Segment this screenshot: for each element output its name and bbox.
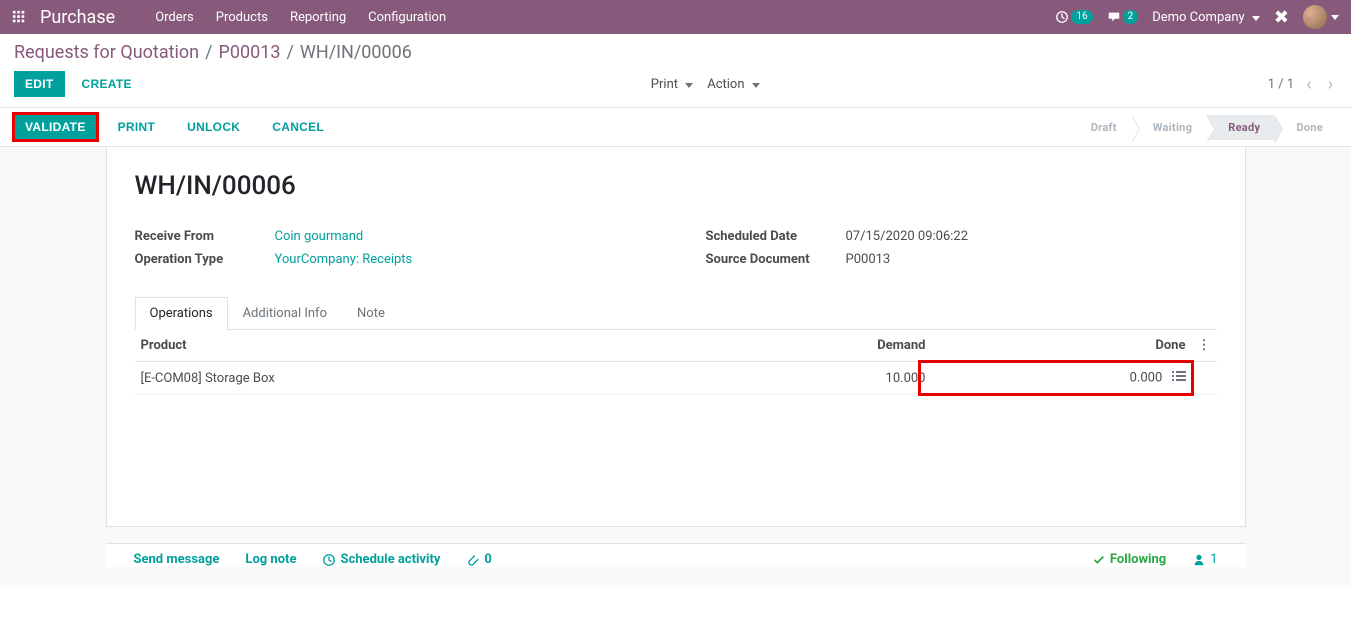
company-label: Demo Company — [1152, 10, 1244, 25]
breadcrumb-item[interactable]: Requests for Quotation — [14, 42, 199, 63]
edit-button[interactable]: Edit — [14, 71, 65, 97]
messaging-button[interactable]: 2 — [1107, 10, 1139, 24]
form-bg: WH/IN/00006 Receive From Coin gourmand O… — [0, 147, 1351, 587]
cancel-button[interactable]: Cancel — [261, 114, 335, 140]
followers-button[interactable]: 1 — [1192, 552, 1217, 567]
print-button[interactable]: Print — [107, 114, 167, 140]
statusbar: Validate Print Unlock Cancel Draft Waiti… — [0, 108, 1351, 147]
breadcrumb-sep: / — [205, 42, 212, 63]
state-ready[interactable]: Ready — [1206, 115, 1274, 140]
attachments-button[interactable]: 0 — [466, 552, 491, 567]
col-done[interactable]: Done — [932, 330, 1192, 362]
attachments-count: 0 — [484, 552, 491, 567]
state-waiting[interactable]: Waiting — [1131, 115, 1206, 140]
menu-products[interactable]: Products — [216, 10, 268, 25]
pager-next[interactable]: › — [1324, 72, 1337, 97]
print-label: Print — [651, 77, 678, 92]
form-sheet: WH/IN/00006 Receive From Coin gourmand O… — [106, 147, 1246, 527]
control-panel: Edit Create Print Action 1 / 1 ‹ › — [0, 65, 1351, 108]
value-receive-from[interactable]: Coin gourmand — [275, 229, 646, 244]
record-title: WH/IN/00006 — [135, 171, 1217, 201]
value-scheduled-date: 07/15/2020 09:06:22 — [846, 229, 1217, 244]
label-receive-from: Receive From — [135, 229, 275, 244]
kebab-icon: ⋮ — [1198, 338, 1211, 353]
following-label: Following — [1110, 552, 1166, 567]
state-done[interactable]: Done — [1274, 115, 1337, 140]
col-options[interactable]: ⋮ — [1192, 330, 1217, 362]
apps-icon[interactable] — [12, 10, 26, 24]
cell-done[interactable]: 0.000 — [932, 362, 1192, 395]
done-value: 0.000 — [1130, 370, 1163, 385]
label-source-document: Source Document — [706, 252, 846, 267]
breadcrumb-row: Requests for Quotation / P00013 / WH/IN/… — [0, 34, 1351, 65]
activities-badge: 16 — [1071, 10, 1092, 24]
label-operation-type: Operation Type — [135, 252, 275, 267]
avatar — [1303, 5, 1327, 29]
schedule-activity-button[interactable]: Schedule activity — [322, 552, 440, 567]
breadcrumb-sep: / — [286, 42, 293, 63]
cell-demand: 10.000 — [752, 362, 932, 395]
user-menu[interactable] — [1303, 5, 1339, 29]
unlock-button[interactable]: Unlock — [176, 114, 251, 140]
value-source-document: P00013 — [846, 252, 1217, 267]
label-scheduled-date: Scheduled Date — [706, 229, 846, 244]
table-row[interactable]: [E-COM08] Storage Box 10.000 0.000 — [135, 362, 1217, 395]
tabs: Operations Additional Info Note — [135, 297, 1217, 330]
debug-icon[interactable]: ✖ — [1274, 7, 1289, 28]
col-demand[interactable]: Demand — [752, 330, 932, 362]
operations-table: Product Demand Done ⋮ [E-COM08] Storage … — [135, 330, 1217, 395]
messaging-badge: 2 — [1123, 10, 1139, 24]
schedule-label: Schedule activity — [340, 552, 440, 567]
menu-reporting[interactable]: Reporting — [290, 10, 346, 25]
detail-list-icon[interactable] — [1172, 370, 1186, 386]
action-dropdown[interactable]: Action — [707, 77, 760, 92]
menu-configuration[interactable]: Configuration — [368, 10, 446, 25]
main-menu: Orders Products Reporting Configuration — [155, 10, 1055, 25]
pager-prev[interactable]: ‹ — [1302, 72, 1315, 97]
tab-note[interactable]: Note — [342, 297, 400, 329]
app-title[interactable]: Purchase — [40, 7, 115, 28]
log-note-button[interactable]: Log note — [245, 552, 296, 567]
print-dropdown[interactable]: Print — [651, 77, 693, 92]
chevron-down-icon — [1252, 16, 1260, 21]
chatter: Send message Log note Schedule activity … — [106, 543, 1246, 567]
activities-button[interactable]: 16 — [1055, 10, 1092, 24]
chevron-down-icon — [685, 83, 693, 88]
navbar: Purchase Orders Products Reporting Confi… — [0, 0, 1351, 34]
validate-button[interactable]: Validate — [14, 114, 97, 140]
chevron-down-icon — [752, 83, 760, 88]
pager: 1 / 1 ‹ › — [1268, 72, 1337, 97]
action-label: Action — [707, 77, 744, 92]
pager-value[interactable]: 1 / 1 — [1268, 77, 1294, 92]
menu-orders[interactable]: Orders — [155, 10, 194, 25]
chevron-down-icon — [1331, 15, 1339, 20]
breadcrumb: Requests for Quotation / P00013 / WH/IN/… — [14, 42, 412, 63]
state-draft[interactable]: Draft — [1069, 115, 1131, 140]
tab-operations[interactable]: Operations — [135, 297, 228, 330]
following-button[interactable]: Following — [1092, 552, 1166, 567]
value-operation-type[interactable]: YourCompany: Receipts — [275, 252, 646, 267]
breadcrumb-current: WH/IN/00006 — [300, 42, 412, 63]
followers-count: 1 — [1210, 552, 1217, 567]
col-product[interactable]: Product — [135, 330, 752, 362]
breadcrumb-item[interactable]: P00013 — [219, 42, 281, 63]
company-dropdown[interactable]: Demo Company — [1152, 10, 1260, 25]
cell-product: [E-COM08] Storage Box — [135, 362, 752, 395]
send-message-button[interactable]: Send message — [134, 552, 220, 567]
fields-grid: Receive From Coin gourmand Operation Typ… — [135, 229, 1217, 267]
tab-additional-info[interactable]: Additional Info — [228, 297, 342, 329]
status-stages: Draft Waiting Ready Done — [1069, 115, 1337, 140]
create-button[interactable]: Create — [71, 71, 143, 97]
